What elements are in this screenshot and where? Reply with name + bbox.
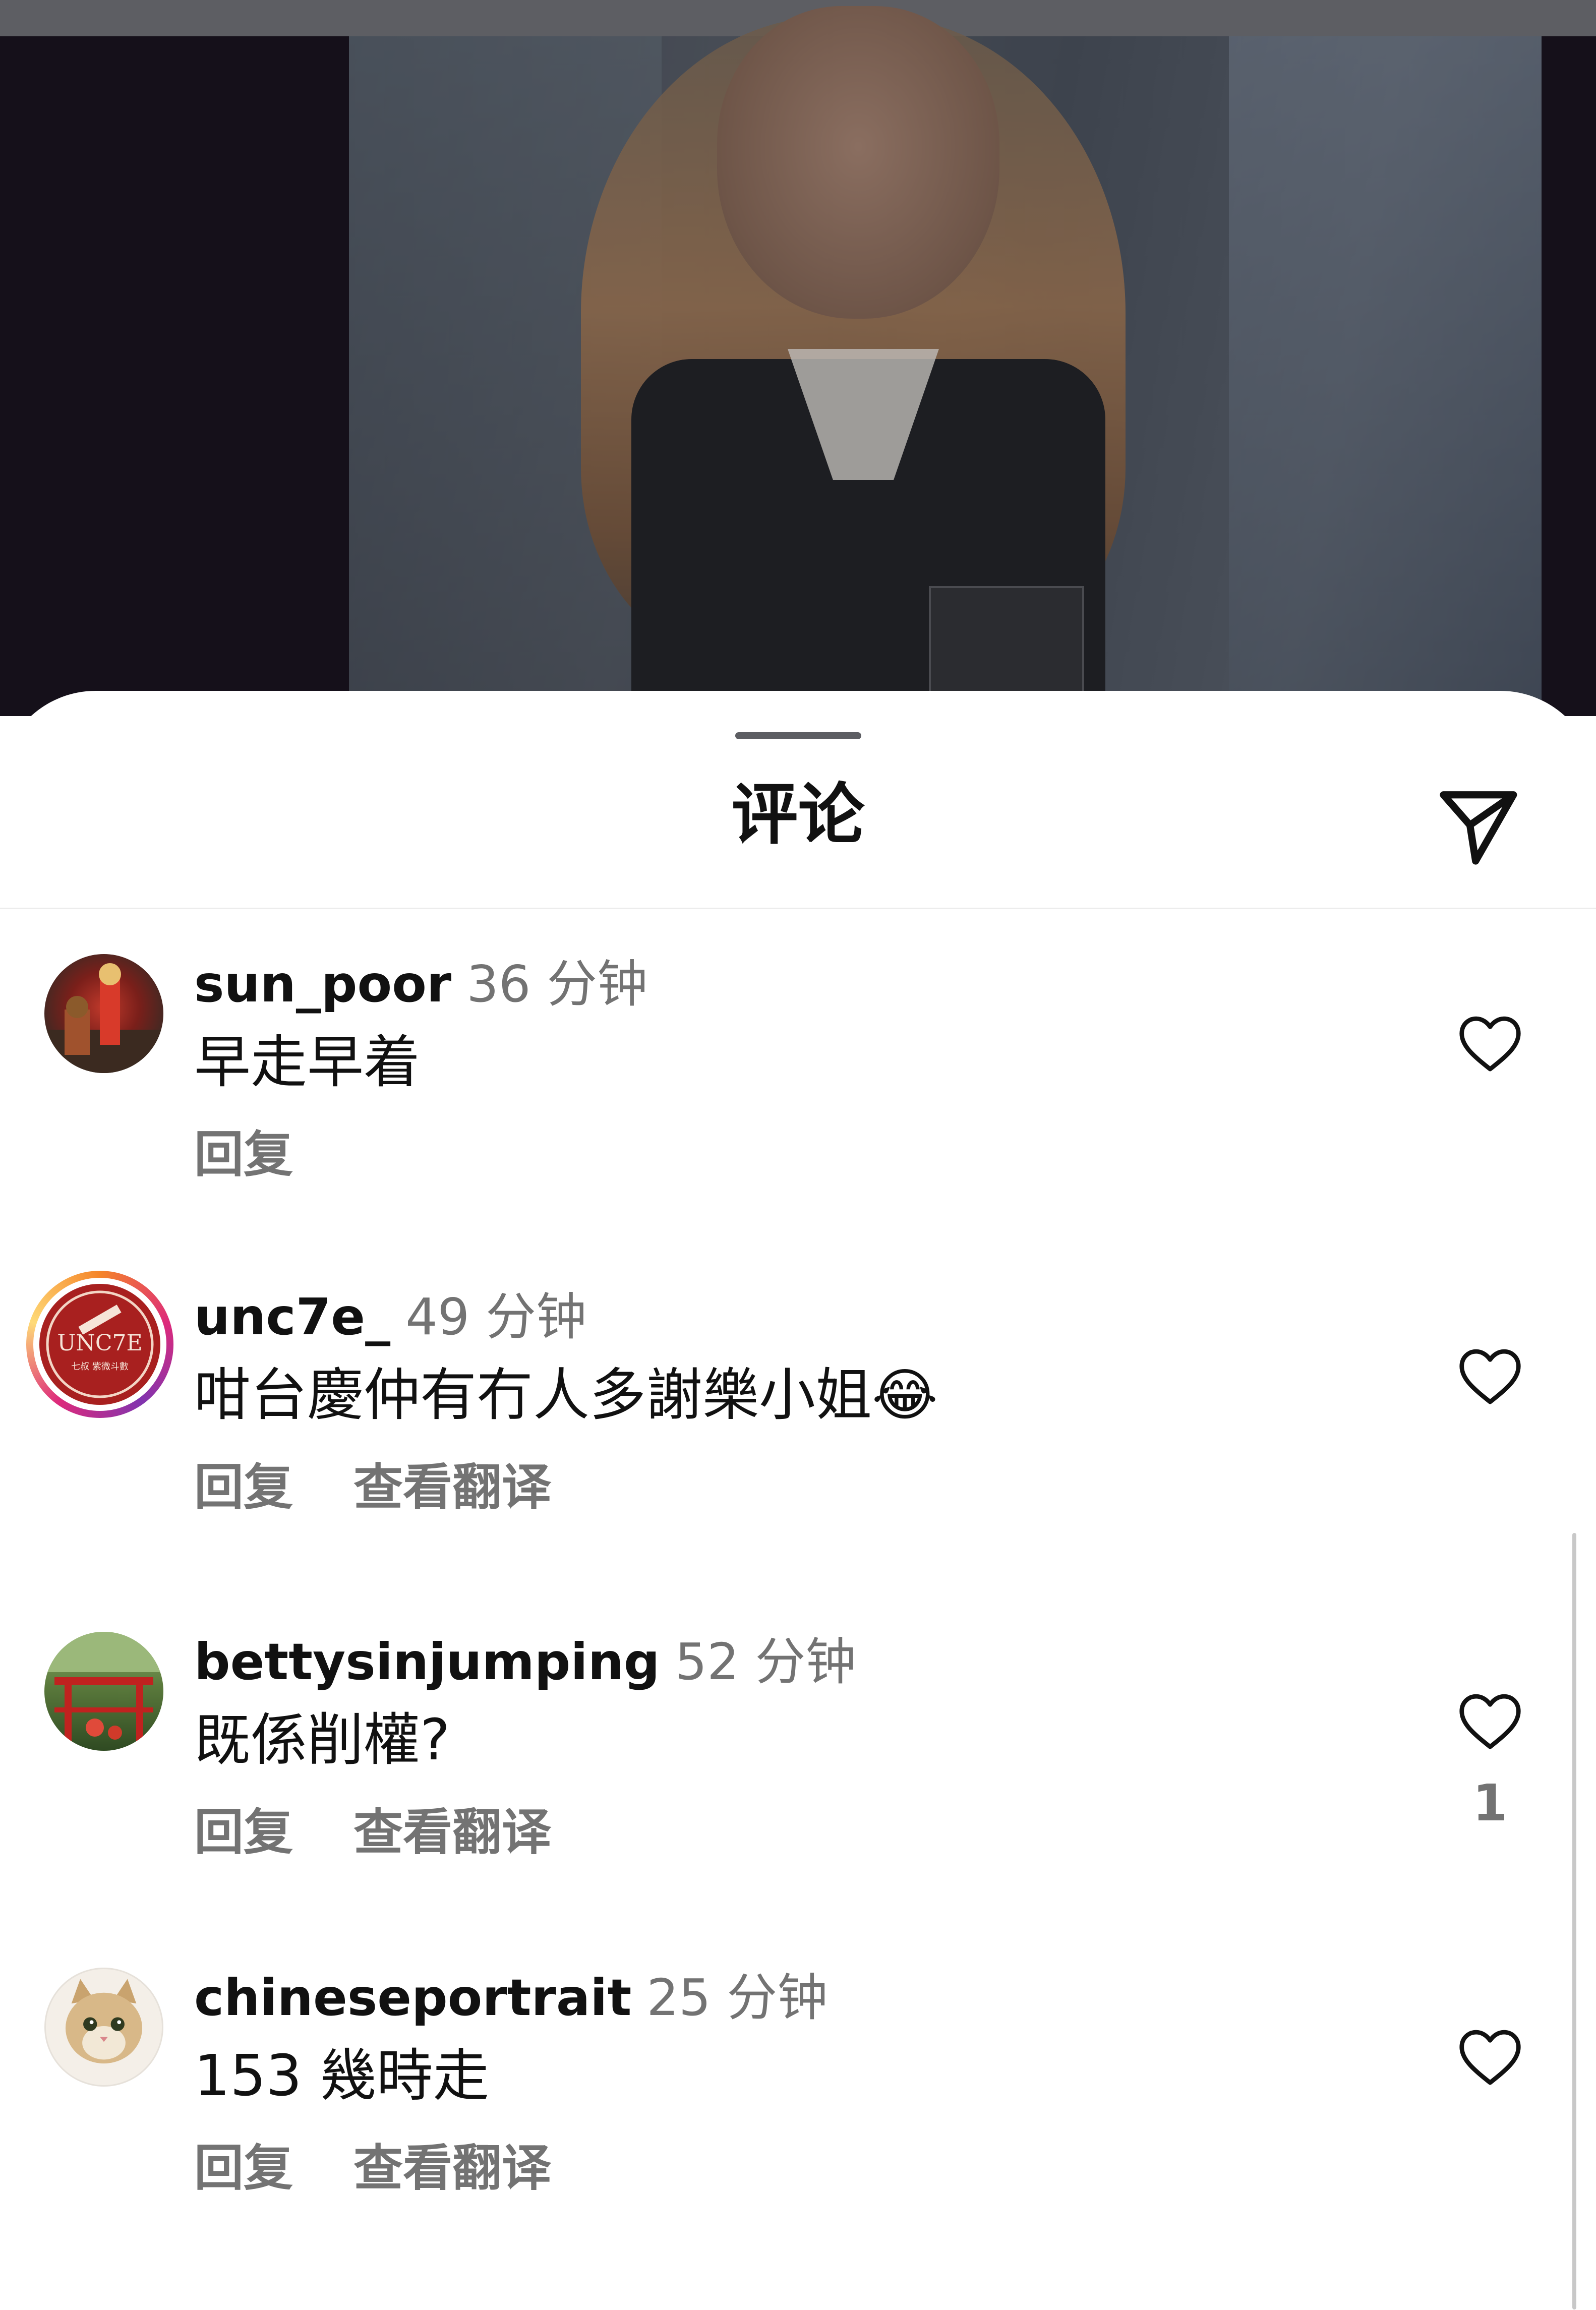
comment-username[interactable]: unc7e_ 49 分钟 bbox=[194, 1287, 586, 1347]
comment-actions: 回复 查看翻译 bbox=[194, 2139, 612, 2199]
comment-item: bettysinjumping 52 分钟 既係削權? 回复 查看翻译 1 bbox=[0, 1632, 1573, 1914]
like-button[interactable] bbox=[1452, 1682, 1528, 1758]
comment-text: 153 幾時走 bbox=[194, 2043, 490, 2109]
comment-username[interactable]: chineseportrait 25 分钟 bbox=[194, 1968, 827, 2028]
video-player[interactable] bbox=[0, 0, 1596, 716]
comment-actions: 回复 bbox=[194, 1126, 353, 1185]
see-translation-button[interactable]: 查看翻译 bbox=[353, 1804, 551, 1861]
comment-time: 25 分钟 bbox=[646, 1968, 828, 2027]
comment-actions: 回复 查看翻译 bbox=[194, 1458, 612, 1518]
heart-outline-icon bbox=[1459, 1694, 1521, 1749]
comment-username[interactable]: sun_poor 36 分钟 bbox=[194, 954, 647, 1015]
see-translation-button[interactable]: 查看翻译 bbox=[353, 2140, 551, 2197]
comment-actions: 回复 查看翻译 bbox=[194, 1803, 612, 1863]
comment-text: 既係削權? bbox=[194, 1707, 450, 1773]
comment-time: 36 分钟 bbox=[466, 955, 648, 1014]
comment-time: 49 分钟 bbox=[405, 1287, 587, 1346]
heart-outline-icon bbox=[1459, 1349, 1521, 1404]
video-frame bbox=[349, 6, 1542, 716]
svg-text:UNC7E: UNC7E bbox=[57, 1330, 142, 1356]
share-button[interactable] bbox=[1432, 782, 1523, 872]
comment-item: UNC7E 七叔 紫微斗數 unc7e_ 49 分钟 咁台慶仲有冇人多謝樂小姐😂 … bbox=[0, 1271, 1573, 1569]
comment-text: 咁台慶仲有冇人多謝樂小姐😂 bbox=[194, 1363, 938, 1428]
comment-text: 早走早着 bbox=[194, 1030, 420, 1095]
sheet-grabber[interactable] bbox=[735, 732, 861, 739]
story-ring[interactable]: UNC7E 七叔 紫微斗數 bbox=[26, 1271, 173, 1418]
like-count[interactable]: 1 bbox=[1452, 1778, 1528, 1828]
reply-button[interactable]: 回复 bbox=[194, 2140, 293, 2197]
avatar[interactable] bbox=[44, 954, 163, 1073]
sheet-title: 评论 bbox=[731, 776, 865, 854]
avatar[interactable] bbox=[44, 1968, 163, 2087]
comment-item: chineseportrait 25 分钟 153 幾時走 回复 查看翻译 bbox=[0, 1968, 1573, 2250]
comments-sheet: 评论 sun_poor 36 分钟 早走早着 回复 UNC7E 七叔 紫微斗數 … bbox=[0, 691, 1596, 2310]
scrollbar[interactable] bbox=[1572, 1533, 1576, 2309]
reply-button[interactable]: 回复 bbox=[194, 1804, 293, 1861]
avatar[interactable] bbox=[44, 1632, 163, 1751]
heart-outline-icon bbox=[1459, 1016, 1521, 1072]
comment-username[interactable]: bettysinjumping 52 分钟 bbox=[194, 1632, 856, 1692]
reply-button[interactable]: 回复 bbox=[194, 1126, 293, 1183]
like-button[interactable] bbox=[1452, 1004, 1528, 1080]
comment-time: 52 分钟 bbox=[675, 1632, 856, 1691]
like-button[interactable] bbox=[1452, 2018, 1528, 2094]
heart-outline-icon bbox=[1459, 2030, 1521, 2085]
reply-button[interactable]: 回复 bbox=[194, 1459, 293, 1516]
comment-item: sun_poor 36 分钟 早走早着 回复 bbox=[0, 954, 1573, 1236]
sheet-divider bbox=[0, 908, 1596, 909]
avatar[interactable]: UNC7E 七叔 紫微斗數 bbox=[39, 1284, 160, 1405]
svg-text:七叔 紫微斗數: 七叔 紫微斗數 bbox=[71, 1361, 129, 1372]
see-translation-button[interactable]: 查看翻译 bbox=[353, 1459, 551, 1516]
like-button[interactable] bbox=[1452, 1337, 1528, 1413]
paper-plane-icon bbox=[1440, 791, 1517, 865]
